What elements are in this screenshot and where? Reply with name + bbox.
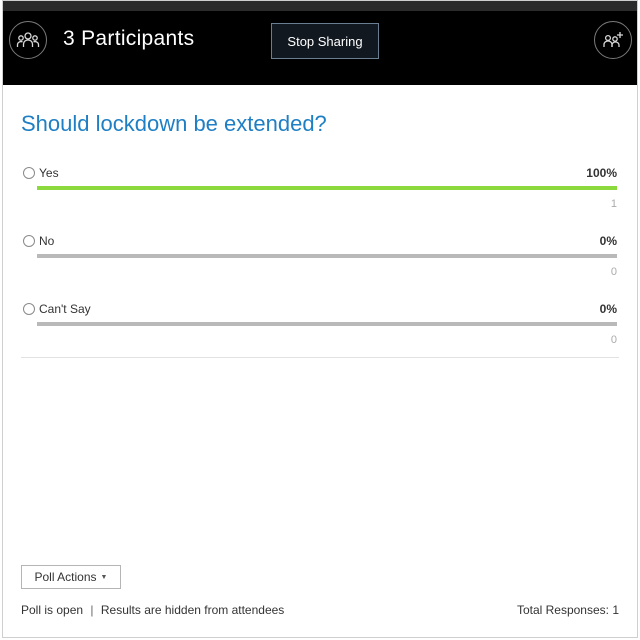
poll-actions-dropdown[interactable]: Poll Actions ▼ [21, 565, 121, 589]
options-divider [21, 357, 619, 358]
participants-count-title: 3 Participants [63, 27, 195, 50]
add-people-icon [603, 32, 623, 47]
poll-actions-label: Poll Actions [34, 570, 97, 584]
option-response-count: 0 [610, 334, 617, 346]
poll-question: Should lockdown be extended? [21, 111, 327, 136]
option-label: Can't Say [39, 302, 91, 316]
participants-button[interactable] [9, 21, 47, 59]
caret-down-icon: ▼ [100, 573, 108, 581]
poll-status: Poll is open | Results are hidden from a… [21, 603, 284, 617]
option-result-bar [37, 254, 617, 258]
people-group-icon [16, 32, 40, 47]
status-separator: | [90, 603, 94, 617]
poll-window: 3 Participants Stop Sharing Should lockd… [2, 0, 638, 638]
option-label: Yes [39, 166, 59, 180]
poll-open-status: Poll is open [21, 603, 84, 617]
header-top-strip [3, 1, 637, 11]
option-percent: 100% [586, 166, 617, 180]
option-response-count: 1 [610, 198, 617, 210]
option-percent: 0% [599, 302, 617, 316]
add-participant-button[interactable] [594, 21, 632, 59]
option-label: No [39, 234, 55, 248]
results-hidden-status: Results are hidden from attendees [100, 603, 285, 617]
option-radio[interactable] [23, 167, 35, 179]
meeting-header: 3 Participants Stop Sharing [3, 1, 637, 85]
option-radio[interactable] [23, 235, 35, 247]
option-radio[interactable] [23, 303, 35, 315]
option-percent: 0% [599, 234, 617, 248]
option-result-bar [37, 322, 617, 326]
option-result-fill [37, 186, 617, 190]
stop-sharing-button[interactable]: Stop Sharing [271, 23, 379, 59]
total-responses: Total Responses: 1 [516, 603, 619, 617]
option-result-bar [37, 186, 617, 190]
option-response-count: 0 [610, 266, 617, 278]
